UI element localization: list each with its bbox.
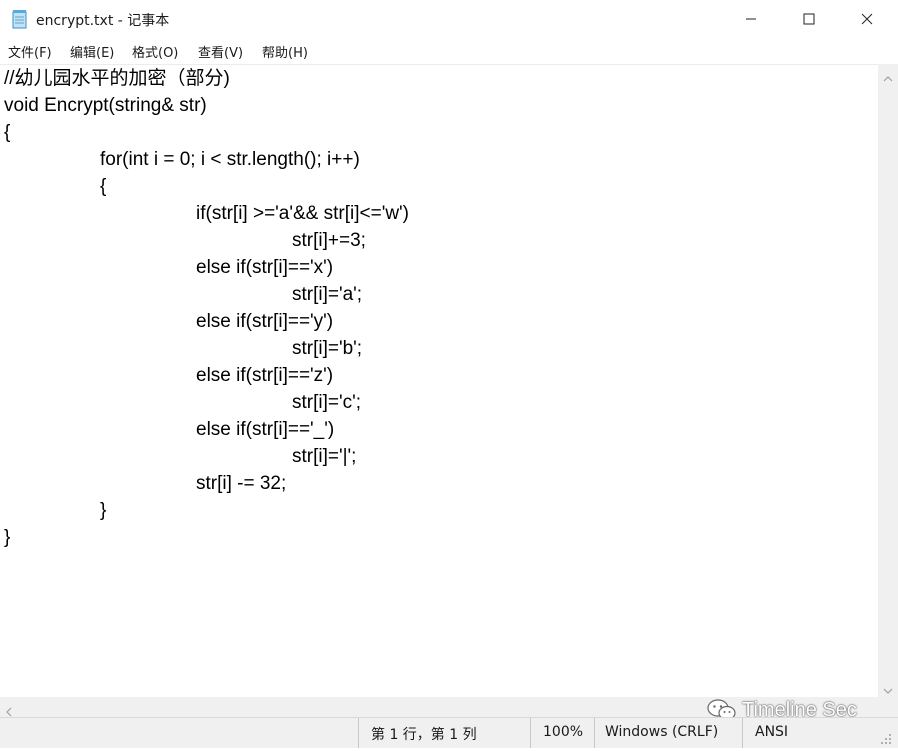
minimize-button[interactable] <box>722 0 780 38</box>
status-cursor-position-segment: 第 1 行，第 1 列 <box>358 718 531 748</box>
code-line: else if(str[i]=='x') <box>196 257 334 278</box>
code-line: else if(str[i]=='z') <box>196 365 334 386</box>
maximize-button[interactable] <box>780 0 838 38</box>
menu-help[interactable]: 帮助(H) <box>262 42 308 61</box>
code-line: str[i]='c'; <box>292 392 362 413</box>
notepad-icon <box>11 9 29 29</box>
code-line: str[i] -= 32; <box>196 473 287 494</box>
scroll-up-icon[interactable] <box>883 68 893 87</box>
resize-grip-icon[interactable] <box>880 732 894 751</box>
code-line: str[i]='a'; <box>292 284 363 305</box>
close-button[interactable] <box>838 0 896 38</box>
code-line: //幼儿园水平的加密（部分) <box>4 68 230 89</box>
status-bar: 第 1 行，第 1 列 100% Windows (CRLF) ANSI <box>0 717 898 748</box>
title-bar: encrypt.txt - 记事本 <box>0 0 898 38</box>
status-encoding: ANSI <box>755 724 789 740</box>
code-line: } <box>4 527 11 548</box>
code-line: else if(str[i]=='_') <box>196 419 335 440</box>
menu-file[interactable]: 文件(F) <box>8 42 52 61</box>
text-editor[interactable]: //幼儿园水平的加密（部分) void Encrypt(string& str)… <box>0 64 878 698</box>
menu-view[interactable]: 查看(V) <box>198 42 243 61</box>
status-encoding-segment: ANSI <box>742 718 898 748</box>
status-zoom-segment: 100% <box>530 718 595 748</box>
code-line: str[i]='|'; <box>292 446 357 467</box>
code-line: { <box>4 122 11 143</box>
code-line: str[i]+=3; <box>292 230 366 251</box>
code-line: { <box>100 176 107 197</box>
menu-format[interactable]: 格式(O) <box>132 42 178 61</box>
code-line: str[i]='b'; <box>292 338 363 359</box>
status-line-ending-segment: Windows (CRLF) <box>594 718 743 748</box>
code-line: void Encrypt(string& str) <box>4 95 207 116</box>
code-line: } <box>100 500 107 521</box>
menu-bar: 文件(F) 编辑(E) 格式(O) 查看(V) 帮助(H) <box>0 38 898 64</box>
status-line-ending: Windows (CRLF) <box>605 724 719 740</box>
menu-edit[interactable]: 编辑(E) <box>70 42 114 61</box>
status-cursor-position: 第 1 行，第 1 列 <box>371 727 477 743</box>
code-line: else if(str[i]=='y') <box>196 311 334 332</box>
minimize-icon <box>745 10 757 29</box>
vertical-scrollbar[interactable] <box>878 64 898 697</box>
status-zoom: 100% <box>543 724 584 740</box>
maximize-icon <box>803 10 815 29</box>
code-line: if(str[i] >='a'&& str[i]<='w') <box>196 203 410 224</box>
window-title: encrypt.txt - 记事本 <box>36 13 170 29</box>
scroll-corner <box>878 697 898 717</box>
code-line: for(int i = 0; i < str.length(); i++) <box>100 149 360 170</box>
close-icon <box>861 10 873 29</box>
